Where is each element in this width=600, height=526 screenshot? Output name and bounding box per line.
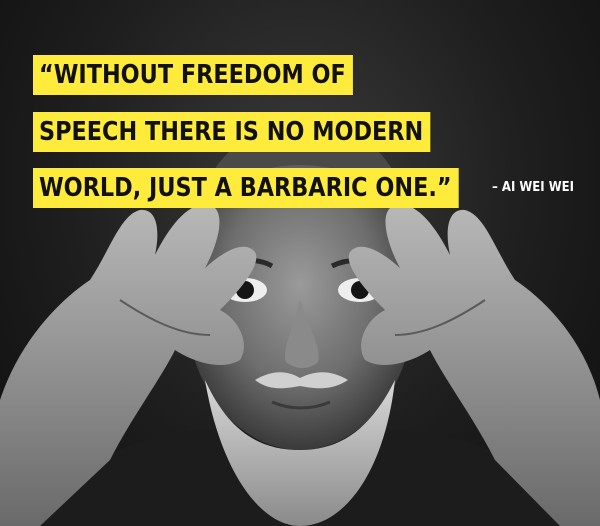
quote-line-1: “WITHOUT FREEDOM OF [33, 55, 353, 95]
quote-attribution: – AI WEI WEI [492, 180, 574, 195]
quote-line-2: SPEECH THERE IS NO MODERN [33, 112, 431, 152]
quote-line-3: WORLD, JUST A BARBARIC ONE.” [33, 168, 459, 208]
poster: “WITHOUT FREEDOM OF SPEECH THERE IS NO M… [0, 0, 600, 526]
